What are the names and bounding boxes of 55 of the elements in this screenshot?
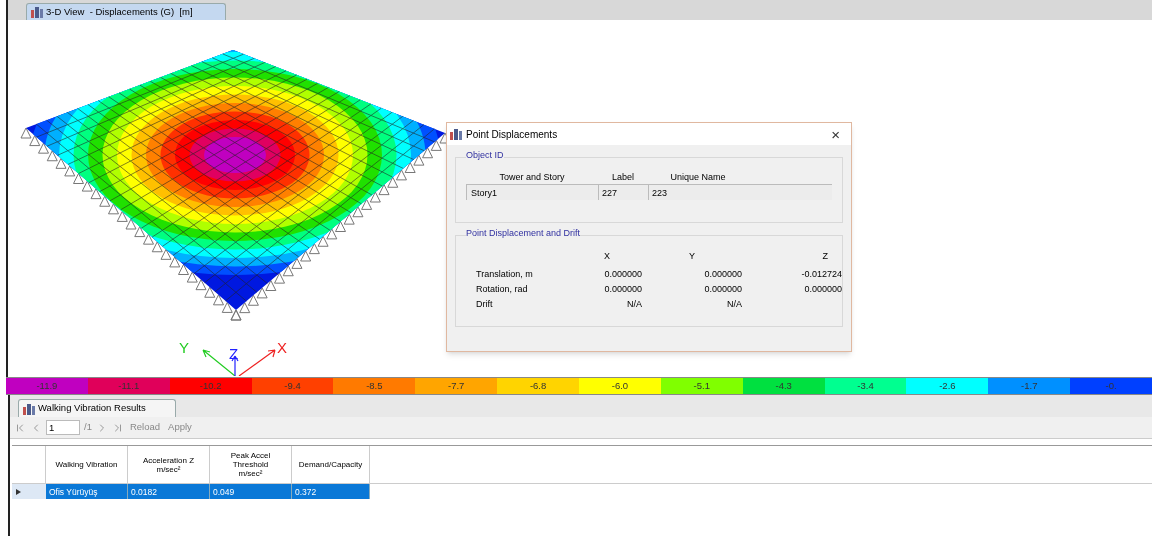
dialog-title: Point Displacements [466,127,559,142]
page-field[interactable]: 1 [46,420,80,435]
value-text: -0.012724 [800,268,842,281]
legend-value: -8.5 [366,378,383,393]
group-legend: Point Displacement and Drift [466,229,581,238]
legend-value: -3.4 [857,378,874,393]
table-cell: 0.0182 [128,484,210,499]
field-value: 223 [648,185,764,200]
table-cell: Ofis Yürüyüş [46,484,128,499]
value-text: 0.000000 [603,268,642,281]
legend-value: -5.1 [693,378,710,393]
legend-value: -11.9 [36,378,58,393]
legend-value: -7.7 [448,378,465,393]
column-header: Y [688,250,696,263]
value-text: N/A [726,298,742,311]
view-tab[interactable]: 3-D View - Displacements (G) [m] [26,3,226,20]
column-header: Tower and Story [498,171,566,184]
legend-value: -2.6 [939,378,956,393]
legend-value: -4.3 [775,378,792,393]
value-text: 0.000000 [603,283,642,296]
table-cell: 0.372 [292,484,370,499]
first-page-icon[interactable] [14,421,26,434]
results-tab[interactable]: Walking Vibration Results [18,399,176,417]
legend-value: -6.0 [611,378,629,393]
group-legend: Object ID [466,151,504,160]
column-header: Peak Accel Threshold m/sec² [230,451,271,478]
legend-value: -1.7 [1021,378,1038,393]
x-axis-label: X [277,340,287,355]
row-label: Translation, m [476,268,534,281]
row-label: Drift [476,298,494,311]
page-count: /1 [84,420,92,435]
y-axis-label: Y [179,340,189,355]
value-text: 0.000000 [703,283,742,296]
column-header: Z [821,250,829,263]
column-header: Walking Vibration [55,460,118,469]
value-text: N/A [626,298,642,311]
legend-value: -11.1 [118,378,140,393]
legend-value: -6.8 [529,378,547,393]
close-button[interactable]: × [823,126,848,142]
value-text: 0.000000 [803,283,842,296]
value-text: 0.000000 [703,268,742,281]
column-header: Demand/Capacity [298,460,363,469]
row-label: Rotation, rad [476,283,529,296]
column-header: Acceleration Z m/sec² [142,455,195,474]
column-header: Unique Name [669,171,727,184]
row-pointer-icon [16,488,21,495]
column-header: Label [611,171,635,184]
table-row[interactable]: Ofis Yürüyüş 0.0182 0.049 0.372 [12,483,1152,499]
table-cell: 0.049 [210,484,292,499]
legend-value: -9.4 [284,378,301,393]
column-header: X [603,250,611,263]
legend-value: -10.2 [199,378,222,393]
legend-value: -0. [1105,378,1117,393]
field-value: Story1 [466,185,598,200]
field-value: 227 [598,185,648,200]
